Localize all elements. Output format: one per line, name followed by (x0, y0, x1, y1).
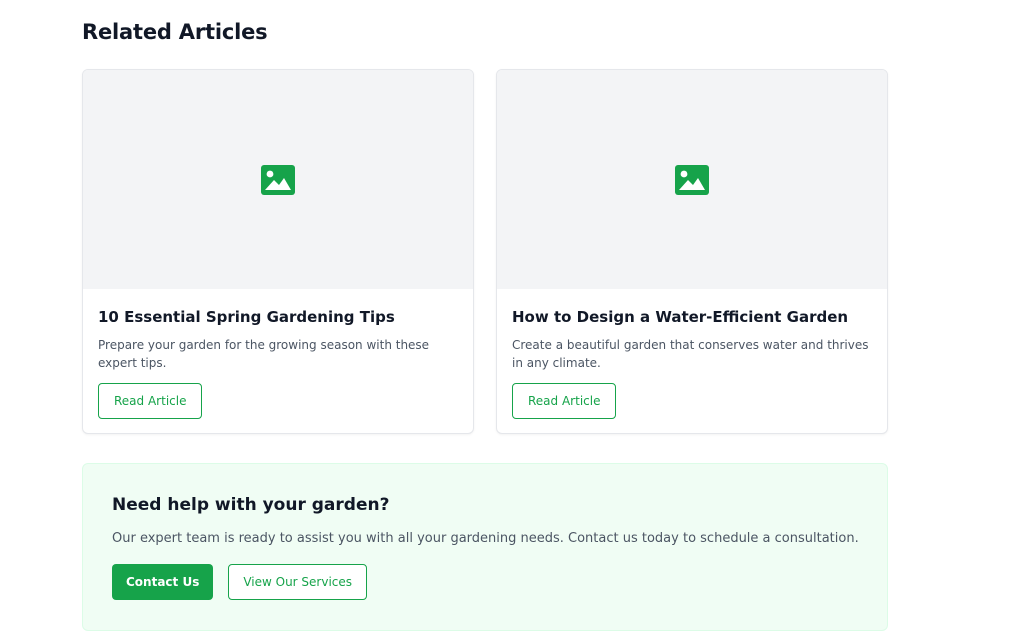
article-title[interactable]: How to Design a Water-Efficient Garden (512, 307, 872, 327)
image-icon (261, 164, 295, 195)
article-description: Prepare your garden for the growing seas… (98, 338, 430, 370)
cta-title: Need help with your garden? (112, 495, 390, 515)
help-cta-panel: Need help with your garden? Our expert t… (82, 463, 888, 631)
contact-us-button[interactable]: Contact Us (112, 564, 214, 600)
article-card: How to Design a Water-Efficient Garden C… (496, 69, 888, 434)
image-icon (675, 164, 709, 195)
article-image-placeholder[interactable] (83, 70, 473, 289)
article-description: Create a beautiful garden that conserves… (512, 338, 869, 370)
related-articles-grid: 10 Essential Spring Gardening Tips Prepa… (82, 69, 888, 434)
cta-actions: Contact Us View Our Services (112, 564, 858, 600)
cta-description: Our expert team is ready to assist you w… (112, 531, 859, 546)
read-article-button[interactable]: Read Article (98, 383, 203, 419)
article-title[interactable]: 10 Essential Spring Gardening Tips (98, 307, 458, 327)
section-title: Related Articles (82, 20, 268, 44)
read-article-button[interactable]: Read Article (512, 383, 617, 419)
view-services-button[interactable]: View Our Services (228, 564, 368, 600)
article-card: 10 Essential Spring Gardening Tips Prepa… (82, 69, 474, 434)
article-image-placeholder[interactable] (497, 70, 887, 289)
